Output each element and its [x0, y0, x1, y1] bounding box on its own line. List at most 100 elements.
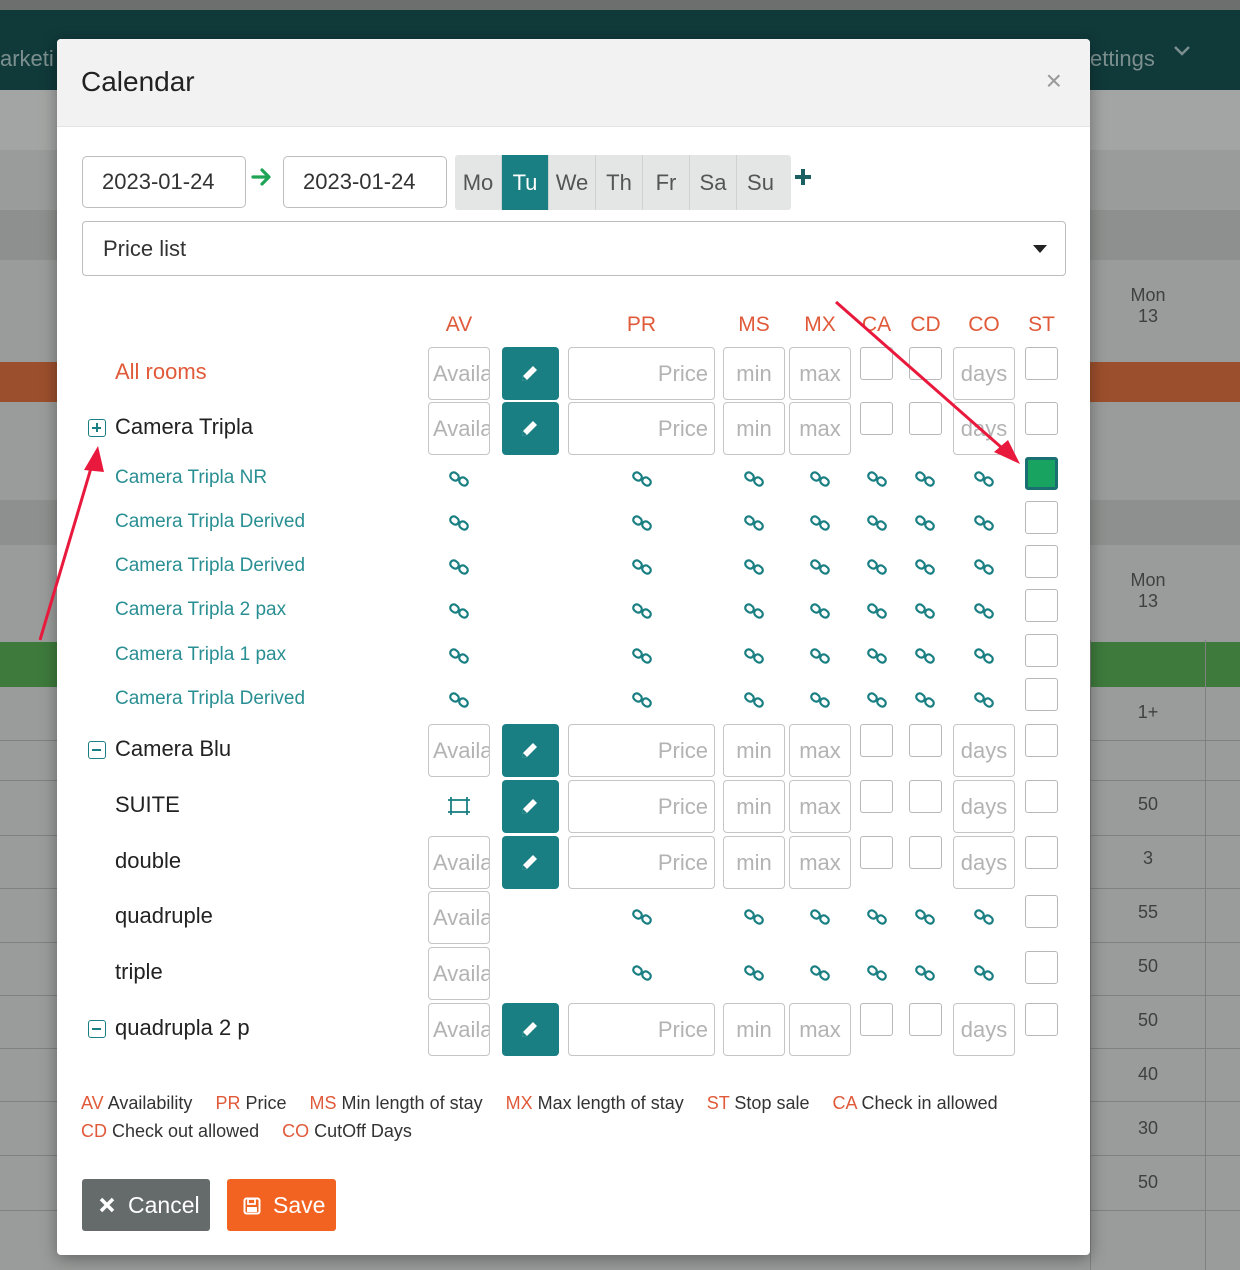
- price-input[interactable]: Price: [568, 836, 715, 889]
- price-input[interactable]: Price: [568, 347, 715, 400]
- edit-pencil-button[interactable]: [502, 724, 559, 777]
- nav-marketing-link[interactable]: arketi: [0, 46, 54, 72]
- stop-sale-checkbox[interactable]: [1025, 724, 1058, 757]
- legend-abbr: CO: [282, 1121, 310, 1141]
- stop-sale-checkbox[interactable]: [1025, 780, 1058, 813]
- edit-pencil-button[interactable]: [502, 780, 559, 833]
- link-ms-icon: [743, 906, 765, 928]
- availability-input[interactable]: Availa: [428, 891, 490, 944]
- calendar-modal: Calendar × 2023-01-24 2023-01-24 Mo Tu W…: [57, 39, 1090, 1255]
- stop-sale-checkbox[interactable]: [1025, 895, 1058, 928]
- check-in-allowed-checkbox[interactable]: [860, 347, 893, 380]
- availability-input[interactable]: Availa: [428, 836, 490, 889]
- legend-text: Max length of stay: [537, 1093, 684, 1113]
- max-stay-input[interactable]: max: [789, 1003, 851, 1056]
- legend-item-st: ST Stop sale: [707, 1093, 810, 1113]
- save-button[interactable]: Save: [227, 1179, 336, 1231]
- check-out-allowed-checkbox[interactable]: [909, 724, 942, 757]
- max-stay-input[interactable]: max: [789, 724, 851, 777]
- row-label[interactable]: Camera Tripla Derived: [115, 511, 305, 533]
- cutoff-days-input[interactable]: days: [953, 780, 1015, 833]
- max-stay-input[interactable]: max: [789, 402, 851, 455]
- max-stay-input[interactable]: max: [789, 347, 851, 400]
- cutoff-days-input[interactable]: days: [953, 402, 1015, 455]
- price-input[interactable]: Price: [568, 402, 715, 455]
- stop-sale-checkbox[interactable]: [1025, 589, 1058, 622]
- min-stay-input[interactable]: min: [723, 347, 785, 400]
- check-out-allowed-checkbox[interactable]: [909, 402, 942, 435]
- min-stay-input[interactable]: min: [723, 1003, 785, 1056]
- availability-input[interactable]: Availa: [428, 947, 490, 1000]
- stop-sale-checkbox[interactable]: [1025, 457, 1058, 490]
- edit-pencil-button[interactable]: [502, 1003, 559, 1056]
- collapse-minus-icon[interactable]: [88, 741, 106, 759]
- legend-abbr: MX: [505, 1093, 533, 1113]
- day-toggle-su[interactable]: Su: [737, 155, 784, 210]
- check-in-allowed-checkbox[interactable]: [860, 1003, 893, 1036]
- link-ca-icon: [866, 600, 888, 622]
- modal-header: Calendar ×: [57, 39, 1090, 127]
- price-list-select[interactable]: Price list: [82, 221, 1066, 276]
- stop-sale-checkbox[interactable]: [1025, 545, 1058, 578]
- stop-sale-checkbox[interactable]: [1025, 634, 1058, 667]
- availability-input[interactable]: Availa: [428, 1003, 490, 1056]
- row-label[interactable]: Camera Tripla Derived: [115, 688, 305, 710]
- check-in-allowed-checkbox[interactable]: [860, 780, 893, 813]
- stop-sale-checkbox[interactable]: [1025, 402, 1058, 435]
- price-input[interactable]: Price: [568, 724, 715, 777]
- stop-sale-checkbox[interactable]: [1025, 1003, 1058, 1036]
- check-in-allowed-checkbox[interactable]: [860, 836, 893, 869]
- day-toggle-we[interactable]: We: [549, 155, 596, 210]
- row-label[interactable]: Camera Tripla Derived: [115, 555, 305, 577]
- stop-sale-checkbox[interactable]: [1025, 678, 1058, 711]
- add-date-range-plus-icon[interactable]: [793, 167, 813, 192]
- legend-item-ca: CA Check in allowed: [833, 1093, 998, 1113]
- date-to-input[interactable]: 2023-01-24: [283, 156, 447, 208]
- cutoff-days-input[interactable]: days: [953, 724, 1015, 777]
- collapse-minus-icon[interactable]: [88, 1020, 106, 1038]
- expand-plus-icon[interactable]: [88, 419, 106, 437]
- edit-pencil-button[interactable]: [502, 836, 559, 889]
- availability-input[interactable]: Availa: [428, 347, 490, 400]
- check-in-allowed-checkbox[interactable]: [860, 402, 893, 435]
- max-stay-input[interactable]: max: [789, 836, 851, 889]
- stop-sale-checkbox[interactable]: [1025, 836, 1058, 869]
- min-stay-input[interactable]: min: [723, 780, 785, 833]
- cancel-button[interactable]: Cancel: [82, 1179, 210, 1231]
- row-label[interactable]: Camera Tripla 2 pax: [115, 599, 286, 621]
- check-out-allowed-checkbox[interactable]: [909, 1003, 942, 1036]
- max-stay-input[interactable]: max: [789, 780, 851, 833]
- edit-pencil-button[interactable]: [502, 402, 559, 455]
- row-label[interactable]: Camera Tripla NR: [115, 467, 267, 489]
- cutoff-days-input[interactable]: days: [953, 1003, 1015, 1056]
- day-toggle-sa[interactable]: Sa: [690, 155, 737, 210]
- check-out-allowed-checkbox[interactable]: [909, 836, 942, 869]
- min-stay-input[interactable]: min: [723, 836, 785, 889]
- day-toggle-mo[interactable]: Mo: [455, 155, 502, 210]
- min-stay-input[interactable]: min: [723, 402, 785, 455]
- stop-sale-checkbox[interactable]: [1025, 501, 1058, 534]
- edit-pencil-button[interactable]: [502, 347, 559, 400]
- close-button[interactable]: ×: [1046, 67, 1062, 95]
- link-co-icon: [973, 512, 995, 534]
- stop-sale-checkbox[interactable]: [1025, 951, 1058, 984]
- price-input[interactable]: Price: [568, 1003, 715, 1056]
- row-label[interactable]: Camera Tripla 1 pax: [115, 644, 286, 666]
- date-from-input[interactable]: 2023-01-24: [82, 156, 246, 208]
- availability-input[interactable]: Availa: [428, 724, 490, 777]
- price-input[interactable]: Price: [568, 780, 715, 833]
- cutoff-days-input[interactable]: days: [953, 836, 1015, 889]
- day-toggle-th[interactable]: Th: [596, 155, 643, 210]
- day-toggle-fr[interactable]: Fr: [643, 155, 690, 210]
- day-toggle-tu[interactable]: Tu: [502, 155, 549, 210]
- stop-sale-checkbox[interactable]: [1025, 347, 1058, 380]
- nav-settings-link[interactable]: ettings: [1090, 46, 1155, 72]
- min-stay-input[interactable]: min: [723, 724, 785, 777]
- link-ca-icon: [866, 468, 888, 490]
- check-out-allowed-checkbox[interactable]: [909, 780, 942, 813]
- legend-abbr: CD: [81, 1121, 107, 1141]
- check-in-allowed-checkbox[interactable]: [860, 724, 893, 757]
- check-out-allowed-checkbox[interactable]: [909, 347, 942, 380]
- cutoff-days-input[interactable]: days: [953, 347, 1015, 400]
- availability-input[interactable]: Availa: [428, 402, 490, 455]
